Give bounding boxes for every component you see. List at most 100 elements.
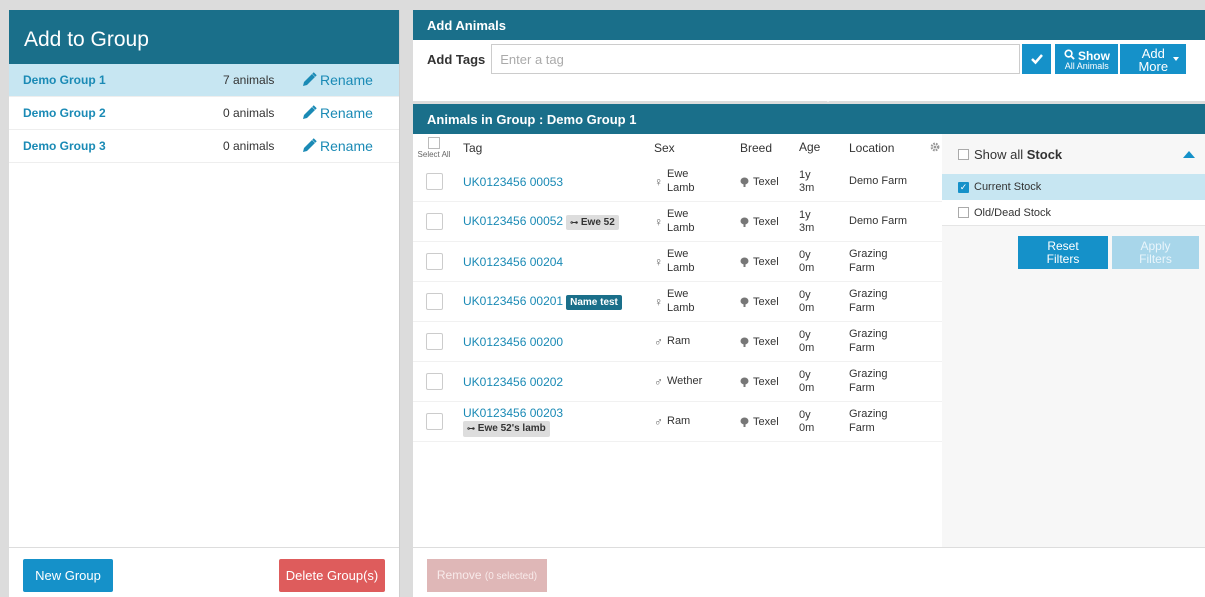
age-months: 3m [799, 181, 815, 194]
row-checkbox[interactable] [425, 253, 443, 270]
row-checkbox[interactable] [425, 413, 443, 430]
search-icon [1064, 49, 1075, 60]
col-location[interactable]: Location [849, 141, 929, 155]
remove-button[interactable]: Remove (0 selected) [427, 559, 547, 592]
tag-badge: ⊶ Ewe 52 [566, 214, 619, 230]
caret-down-icon [1173, 57, 1180, 61]
animal-tag-link[interactable]: UK0123456 00202 [463, 375, 563, 389]
sex-text-2: Lamb [667, 221, 695, 234]
filter-buttons: Reset Filters Apply Filters [942, 226, 1205, 269]
badge-label: Ewe 52 [580, 216, 615, 228]
add-tags-label: Add Tags [427, 51, 486, 67]
row-checkbox[interactable] [425, 293, 443, 310]
group-name[interactable]: Demo Group 3 [23, 139, 223, 153]
show-all-animals-button[interactable]: Show All Animals [1055, 44, 1119, 74]
age-years: 0y [799, 289, 811, 302]
breed-text: Texel [753, 175, 779, 188]
table-row[interactable]: UK0123456 00052 ⊶ Ewe 52 ♀ Ewe Lamb Texel 1… [413, 202, 942, 242]
row-checkbox[interactable] [425, 333, 443, 350]
select-all-label: Select All [417, 150, 451, 159]
stock-filter-panel: Show all Stock ✓ Current Stock Old/Dead … [942, 134, 1205, 548]
group-name[interactable]: Demo Group 2 [23, 106, 223, 120]
breed-text: Texel [753, 335, 779, 348]
col-age[interactable]: Age [799, 141, 849, 154]
group-count: 7 animals [223, 73, 275, 87]
group-panel-title: Add to Group [9, 10, 399, 64]
table-row[interactable]: UK0123456 00201 Name test ♀ Ewe Lamb Texel … [413, 282, 942, 322]
male-icon: ♂ [654, 374, 663, 389]
rename-button[interactable]: Rename [301, 138, 373, 154]
select-all-checkbox[interactable] [428, 137, 440, 149]
group-animals-title: Animals in Group : Demo Group 1 [413, 104, 1205, 134]
apply-filters-button[interactable]: Apply Filters [1112, 236, 1199, 269]
breed-text: Texel [753, 375, 779, 388]
tag-input[interactable] [491, 44, 1021, 74]
pencil-icon [303, 72, 317, 86]
group-row-3[interactable]: Demo Group 3 0 animals Rename [9, 130, 399, 163]
filter-old-dead-stock[interactable]: Old/Dead Stock [942, 200, 1205, 226]
current-stock-checkbox[interactable]: ✓ [958, 181, 969, 193]
rename-button[interactable]: Rename [301, 72, 373, 88]
sheep-icon [740, 217, 749, 227]
table-row[interactable]: UK0123456 00204 ♀ Ewe Lamb Texel 0y 0m Graz… [413, 242, 942, 282]
group-count: 0 animals [223, 139, 275, 153]
reset-label: Reset [1047, 239, 1079, 253]
checkmark-icon [1030, 54, 1043, 65]
sheep-icon [740, 257, 749, 267]
age-months: 0m [799, 261, 815, 274]
table-row[interactable]: UK0123456 00202 ♂ Wether Texel 0y 0m Grazi… [413, 362, 942, 402]
group-animals-panel: Animals in Group : Demo Group 1 Select A… [413, 104, 1205, 597]
chevron-up-icon[interactable] [1183, 150, 1195, 158]
animal-tag-link[interactable]: UK0123456 00204 [463, 255, 563, 269]
age-years: 0y [799, 329, 811, 342]
sheep-icon [740, 337, 749, 347]
group-row-2[interactable]: Demo Group 2 0 animals Rename [9, 97, 399, 130]
location-text: Grazing [849, 328, 888, 341]
location-text-2: Farm [849, 301, 875, 314]
add-more-button[interactable]: Add More [1120, 44, 1187, 74]
age-months: 0m [799, 341, 815, 354]
table-row[interactable]: UK0123456 00203 ⊶ Ewe 52's lamb ♂ Ram Texe… [413, 402, 942, 442]
col-breed[interactable]: Breed [740, 141, 799, 155]
col-sex[interactable]: Sex [654, 141, 740, 155]
gear-icon[interactable] [929, 141, 942, 156]
more-label: More [1138, 59, 1169, 74]
animal-tag-link[interactable]: UK0123456 00052 [463, 214, 563, 228]
show-all-checkbox[interactable] [958, 148, 969, 160]
filter-current-stock[interactable]: ✓ Current Stock [942, 174, 1205, 200]
animals-table: Select All Tag Sex Breed Age Location UK… [413, 134, 942, 548]
group-panel: Add to Group Demo Group 1 7 animals Rena… [9, 10, 400, 597]
rename-button[interactable]: Rename [301, 105, 373, 121]
delete-group-button[interactable]: Delete Group(s) [279, 559, 385, 592]
animal-tag-link[interactable]: UK0123456 00201 [463, 294, 563, 308]
row-checkbox[interactable] [425, 173, 443, 190]
tag-badge: ⊶ Ewe 52's lamb [463, 421, 550, 438]
row-checkbox[interactable] [425, 373, 443, 390]
sex-text: Ram [667, 334, 691, 347]
breed-text: Texel [753, 295, 779, 308]
female-icon: ♀ [654, 174, 663, 189]
male-icon: ♂ [654, 414, 663, 429]
group-name[interactable]: Demo Group 1 [23, 73, 223, 87]
new-group-button[interactable]: New Group [23, 559, 113, 592]
animal-tag-link[interactable]: UK0123456 00200 [463, 335, 563, 349]
row-checkbox[interactable] [425, 213, 443, 230]
sex-text: Ewe [667, 288, 689, 301]
table-header: Select All Tag Sex Breed Age Location [413, 134, 942, 162]
animal-tag-link[interactable]: UK0123456 00203 [463, 406, 654, 420]
show-all-stock-toggle[interactable]: Show all Stock [942, 134, 1205, 174]
age-months: 0m [799, 421, 815, 434]
reset-filters-button[interactable]: Reset Filters [1018, 236, 1108, 269]
add-animals-title: Add Animals [413, 10, 1205, 40]
location-text: Grazing [849, 288, 888, 301]
table-row[interactable]: UK0123456 00200 ♂ Ram Texel 0y 0m Grazing F… [413, 322, 942, 362]
animal-tag-link[interactable]: UK0123456 00053 [463, 175, 563, 189]
table-row[interactable]: UK0123456 00053 ♀ Ewe Lamb Texel 1y 3m Demo… [413, 162, 942, 202]
old-dead-stock-checkbox[interactable] [958, 207, 969, 218]
select-all[interactable]: Select All [413, 137, 455, 159]
group-row-1[interactable]: Demo Group 1 7 animals Rename [9, 64, 399, 97]
col-tag[interactable]: Tag [455, 141, 654, 155]
add-tags-row: Add Tags Show All Animals Add More [413, 40, 1205, 78]
confirm-tag-button[interactable] [1022, 44, 1052, 74]
add-animals-panel: Add Animals Add Tags Show All Animals Ad… [413, 10, 1205, 102]
